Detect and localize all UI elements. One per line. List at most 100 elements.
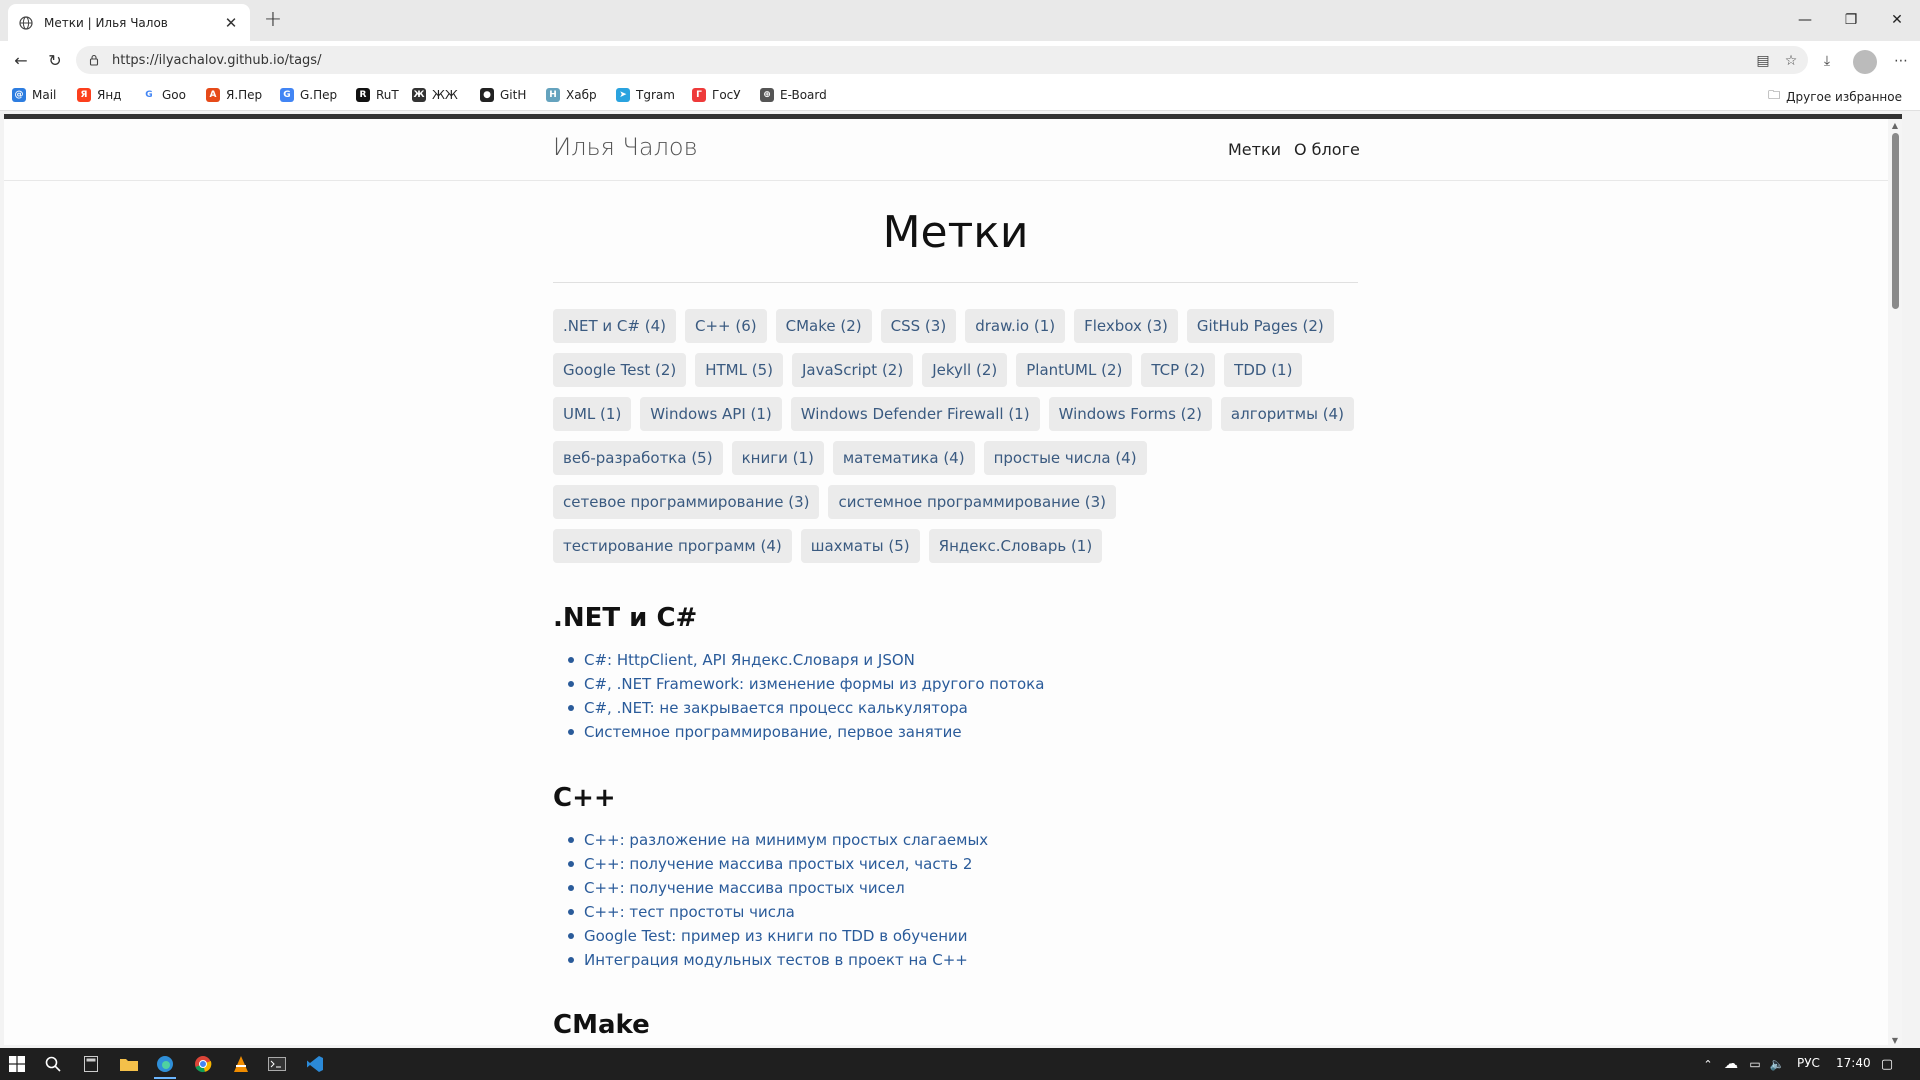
scroll-thumb[interactable]: [1892, 133, 1899, 309]
file-explorer-icon[interactable]: [118, 1053, 140, 1075]
site-title-link[interactable]: Илья Чалов: [553, 133, 698, 161]
bookmark-item[interactable]: ➤ Tgram: [616, 86, 675, 104]
tab-close-icon[interactable]: ✕: [222, 14, 240, 32]
nav-link-tags[interactable]: Метки: [1228, 140, 1281, 159]
scroll-up-arrow[interactable]: ▲: [1888, 121, 1902, 133]
tag-link[interactable]: простые числа (4): [983, 441, 1147, 475]
bookmark-item[interactable]: H Хабр: [546, 86, 597, 104]
address-bar[interactable]: https://ilyachalov.github.io/tags/: [76, 46, 1808, 74]
reader-mode-icon[interactable]: ▤: [1753, 52, 1773, 70]
tag-link[interactable]: Windows Defender Firewall (1): [790, 397, 1040, 431]
active-app-indicator: [154, 1077, 176, 1079]
tag-link[interactable]: тестирование программ (4): [553, 529, 792, 563]
chrome-icon[interactable]: [192, 1053, 214, 1075]
tag-link[interactable]: Windows API (1): [640, 397, 782, 431]
tag-link[interactable]: Google Test (2): [553, 353, 687, 387]
tag-link[interactable]: алгоритмы (4): [1220, 397, 1354, 431]
globe-icon: [18, 15, 34, 31]
volume-icon[interactable]: 🔈: [1766, 1053, 1788, 1075]
tag-link[interactable]: TCP (2): [1141, 353, 1216, 387]
more-menu-icon[interactable]: ⋯: [1891, 52, 1911, 70]
search-icon[interactable]: [42, 1053, 64, 1075]
post-link[interactable]: C#: HttpClient, API Яндекс.Словаря и JSO…: [567, 648, 1044, 672]
notifications-icon[interactable]: ▢: [1876, 1053, 1898, 1075]
new-tab-button[interactable]: +: [258, 7, 288, 35]
tag-link[interactable]: веб-разработка (5): [553, 441, 723, 475]
network-icon[interactable]: ▭: [1744, 1053, 1766, 1075]
tag-link[interactable]: TDD (1): [1224, 353, 1303, 387]
favorite-star-icon[interactable]: ☆: [1781, 52, 1801, 70]
vscode-icon[interactable]: [304, 1053, 326, 1075]
tag-link[interactable]: книги (1): [731, 441, 824, 475]
tag-link[interactable]: C++ (6): [684, 309, 767, 343]
terminal-icon[interactable]: [266, 1053, 288, 1075]
browser-titlebar: Метки | Илья Чалов ✕ + — ❐ ✕: [0, 0, 1920, 41]
site-info-icon[interactable]: [86, 52, 102, 68]
post-link[interactable]: C#, .NET: не закрывается процесс калькул…: [567, 696, 1044, 720]
tag-link[interactable]: JavaScript (2): [791, 353, 914, 387]
other-bookmarks[interactable]: 🗀 Другое избранное: [1768, 86, 1902, 107]
bookmark-item[interactable]: G Goo: [142, 86, 186, 104]
post-link[interactable]: C++: получение массива простых чисел: [567, 876, 988, 900]
nav-link-about[interactable]: О блоге: [1294, 140, 1360, 159]
bookmark-favicon-icon: G: [142, 88, 156, 102]
cloud-icon[interactable]: ☁: [1720, 1053, 1742, 1075]
tag-link[interactable]: CSS (3): [880, 309, 957, 343]
post-link[interactable]: Интеграция модульных тестов в проект на …: [567, 948, 988, 972]
restore-button[interactable]: ❐: [1828, 0, 1874, 40]
tag-link[interactable]: системное программирование (3): [828, 485, 1116, 519]
bookmark-favicon-icon: @: [12, 88, 26, 102]
tag-link[interactable]: GitHub Pages (2): [1186, 309, 1334, 343]
tag-link[interactable]: математика (4): [832, 441, 975, 475]
clock[interactable]: 17:40: [1836, 1056, 1871, 1070]
bookmark-favicon-icon: G: [280, 88, 294, 102]
chevron-up-icon[interactable]: ⌃: [1697, 1053, 1719, 1075]
browser-tab[interactable]: Метки | Илья Чалов ✕: [8, 4, 250, 41]
bookmark-item[interactable]: ⊕ E-Board: [760, 86, 827, 104]
tag-link[interactable]: сетевое программирование (3): [553, 485, 820, 519]
bookmark-item[interactable]: Ж ЖЖ: [412, 86, 458, 104]
start-icon[interactable]: [6, 1053, 28, 1075]
bookmark-item[interactable]: A Я.Пер: [206, 86, 262, 104]
download-icon[interactable]: ⤓: [1817, 52, 1837, 70]
post-link[interactable]: Google Test: пример из книги по TDD в об…: [567, 924, 988, 948]
bookmark-item[interactable]: G G.Пер: [280, 86, 337, 104]
tag-link[interactable]: CMake (2): [775, 309, 872, 343]
bookmark-item[interactable]: ● GitH: [480, 86, 526, 104]
reload-button[interactable]: ↻: [42, 48, 68, 72]
tag-link[interactable]: .NET и C# (4): [553, 309, 676, 343]
tag-link[interactable]: Flexbox (3): [1074, 309, 1178, 343]
scroll-down-arrow[interactable]: ▼: [1888, 1036, 1902, 1045]
bookmark-favicon-icon: ●: [480, 88, 494, 102]
calculator-icon[interactable]: [80, 1053, 102, 1075]
input-language[interactable]: РУС: [1797, 1056, 1820, 1070]
bookmark-item[interactable]: Я Янд: [77, 86, 121, 104]
page-viewport: Илья Чалов Метки О блоге Метки .NET и C#…: [4, 114, 1902, 1045]
minimize-button[interactable]: —: [1782, 0, 1828, 40]
bookmark-label: Хабр: [566, 88, 597, 102]
tag-link[interactable]: Windows Forms (2): [1048, 397, 1212, 431]
profile-avatar[interactable]: [1853, 50, 1877, 74]
close-window-button[interactable]: ✕: [1874, 0, 1920, 40]
tag-link[interactable]: PlantUML (2): [1016, 353, 1133, 387]
tag-link[interactable]: Jekyll (2): [922, 353, 1008, 387]
back-button[interactable]: ←: [8, 48, 34, 72]
post-link[interactable]: C++: разложение на минимум простых слага…: [567, 828, 988, 852]
edge-browser-icon[interactable]: [154, 1053, 176, 1075]
post-link[interactable]: C++: получение массива простых чисел, ча…: [567, 852, 988, 876]
tag-link[interactable]: HTML (5): [695, 353, 783, 387]
tag-link[interactable]: draw.io (1): [965, 309, 1066, 343]
bookmark-item[interactable]: @ Mail: [12, 86, 56, 104]
vlc-icon[interactable]: [230, 1053, 252, 1075]
bookmark-item[interactable]: R RuT: [356, 86, 399, 104]
post-link[interactable]: C++: тест простоты числа: [567, 900, 988, 924]
post-link[interactable]: Системное программирование, первое занят…: [567, 720, 1044, 744]
bookmark-item[interactable]: Г ГосУ: [692, 86, 741, 104]
browser-toolbar: ← ↻ https://ilyachalov.github.io/tags/ ▤…: [0, 41, 1920, 79]
post-link[interactable]: C#, .NET Framework: изменение формы из д…: [567, 672, 1044, 696]
tag-link[interactable]: шахматы (5): [800, 529, 920, 563]
tag-link[interactable]: Яндекс.Словарь (1): [928, 529, 1103, 563]
vertical-scrollbar[interactable]: ▲ ▼: [1888, 119, 1902, 1045]
divider: [553, 282, 1358, 283]
tag-link[interactable]: UML (1): [553, 397, 632, 431]
